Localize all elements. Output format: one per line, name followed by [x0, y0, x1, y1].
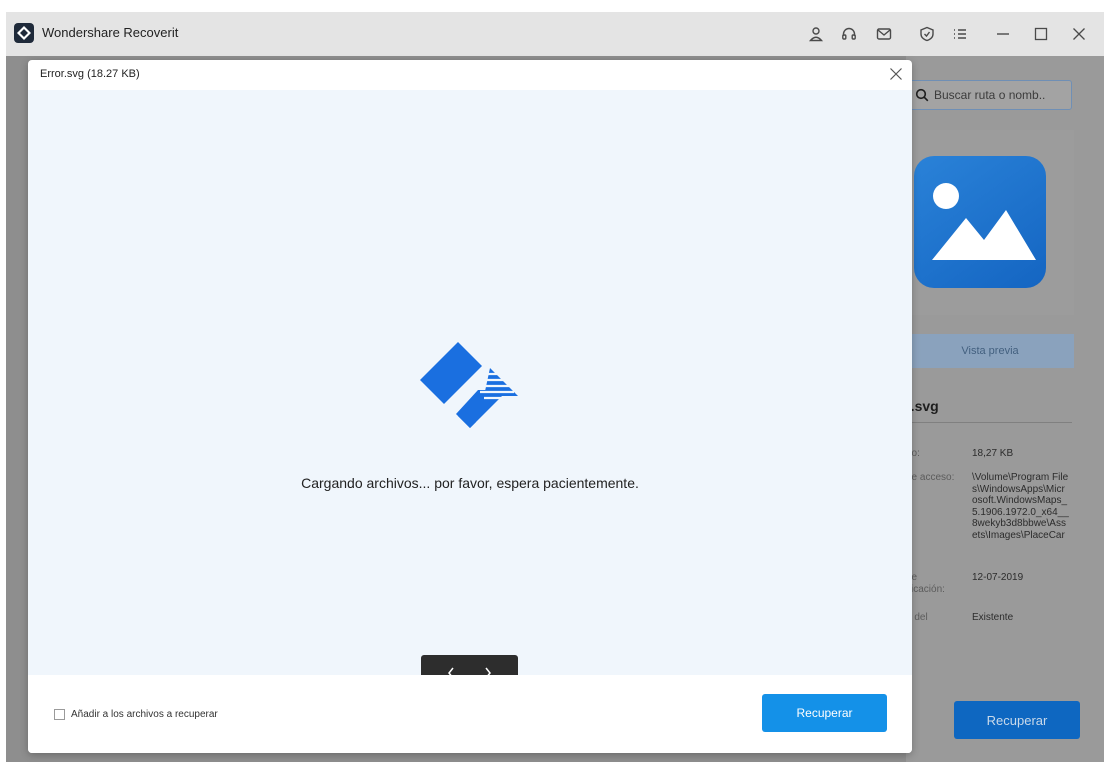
modified-value: 12-07-2019	[972, 572, 1024, 583]
search-icon	[915, 88, 929, 102]
file-thumbnail	[906, 130, 1074, 315]
size-label: ño:	[906, 448, 920, 459]
divider	[906, 422, 1072, 423]
recover-button[interactable]: Recuperar	[762, 694, 887, 732]
file-details-panel: Buscar ruta o nomb.. Vista previa r.svg …	[906, 56, 1104, 762]
app-title: Wondershare Recoverit	[42, 25, 179, 40]
path-label: de acceso:	[906, 472, 955, 483]
title-bar: Wondershare Recoverit	[6, 12, 1104, 56]
close-icon[interactable]	[886, 64, 906, 84]
loading-message: Cargando archivos... por favor, espera p…	[301, 475, 639, 491]
preview-area: Cargando archivos... por favor, espera p…	[28, 90, 912, 691]
image-file-icon	[914, 156, 1046, 288]
add-to-recover-label: Añadir a los archivos a recuperar	[71, 709, 218, 720]
modified-label: de ificación:	[906, 572, 945, 595]
headset-icon[interactable]	[837, 22, 861, 46]
search-placeholder: Buscar ruta o nomb..	[934, 88, 1046, 102]
user-icon[interactable]	[804, 22, 828, 46]
menu-icon[interactable]	[948, 22, 972, 46]
app-logo-icon	[14, 23, 34, 43]
add-to-recover-checkbox[interactable]	[54, 709, 65, 720]
search-input[interactable]: Buscar ruta o nomb..	[906, 80, 1072, 110]
file-preview-dialog: Error.svg (18.27 KB) Cargando archivos..…	[28, 60, 912, 753]
recover-button-background[interactable]: Recuperar	[954, 701, 1080, 739]
maximize-icon[interactable]	[1029, 22, 1053, 46]
add-to-recover-option[interactable]: Añadir a los archivos a recuperar	[54, 709, 218, 720]
dialog-footer: Añadir a los archivos a recuperar Recupe…	[28, 675, 912, 753]
close-icon[interactable]	[1067, 22, 1091, 46]
path-value: \Volume\Program Files\WindowsApps\Micros…	[972, 472, 1069, 541]
status-label: o del n	[906, 612, 928, 635]
status-value: Existente	[972, 612, 1014, 623]
size-value: 18,27 KB	[972, 448, 1014, 459]
minimize-icon[interactable]	[991, 22, 1015, 46]
dialog-title: Error.svg (18.27 KB)	[40, 68, 140, 80]
recoverit-logo-icon	[418, 340, 520, 447]
mail-icon[interactable]	[872, 22, 896, 46]
preview-button[interactable]: Vista previa	[906, 334, 1074, 368]
shield-icon[interactable]	[915, 22, 939, 46]
